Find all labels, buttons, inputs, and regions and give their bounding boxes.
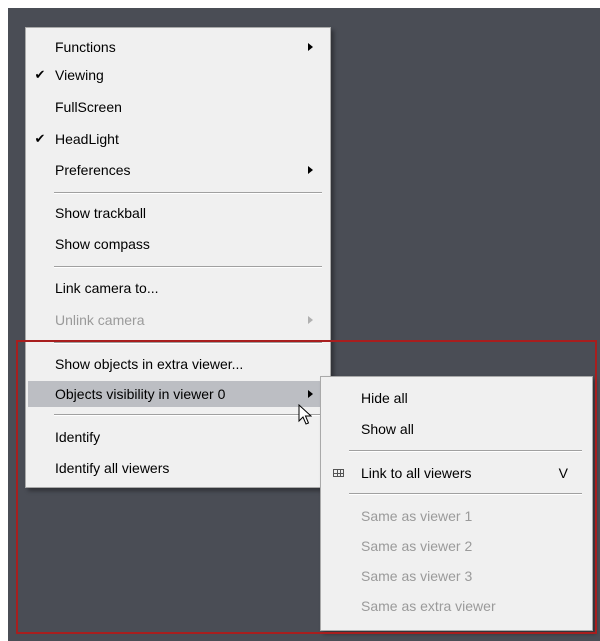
menu-item-show-objects-extra-viewer[interactable]: Show objects in extra viewer... (28, 351, 328, 377)
menu-item-preferences[interactable]: Preferences (28, 157, 328, 183)
menu-item-label: Show compass (55, 236, 150, 252)
submenu-arrow-icon (308, 316, 313, 324)
menu-item-label: Show all (361, 421, 414, 437)
menu-item-label: Identify all viewers (55, 460, 170, 476)
submenu-arrow-icon (308, 390, 313, 398)
grid-icon (333, 469, 344, 477)
menu-item-label: Preferences (55, 162, 131, 178)
menu-item-label: Viewing (55, 67, 104, 83)
submenu-item-link-all-viewers[interactable]: Link to all viewers V (323, 460, 590, 486)
menu-item-label: Same as viewer 2 (361, 538, 473, 554)
submenu-item-same-as-extra-viewer[interactable]: Same as extra viewer (323, 593, 590, 619)
menu-item-show-trackball[interactable]: Show trackball (28, 200, 328, 226)
menu-item-objects-visibility[interactable]: Objects visibility in viewer 0 (28, 381, 328, 407)
menu-item-label: Objects visibility in viewer 0 (55, 386, 226, 402)
menu-separator (54, 414, 322, 416)
menu-item-identify[interactable]: Identify (28, 424, 328, 450)
submenu-item-hide-all[interactable]: Hide all (323, 385, 590, 411)
menu-item-label: Same as viewer 3 (361, 568, 473, 584)
checkmark-icon: ✔ (34, 131, 46, 146)
shortcut-label: V (558, 465, 568, 481)
objects-visibility-submenu: Hide all Show all Link to all viewers V … (320, 376, 593, 631)
submenu-arrow-icon (308, 166, 313, 174)
menu-item-headlight[interactable]: ✔ HeadLight (28, 126, 328, 152)
menu-separator (349, 493, 582, 495)
menu-item-label: Same as extra viewer (361, 598, 496, 614)
menu-item-label: Show trackball (55, 205, 147, 221)
submenu-item-same-as-viewer-2[interactable]: Same as viewer 2 (323, 533, 590, 559)
context-menu: Functions ✔ Viewing FullScreen ✔ HeadLig… (25, 27, 331, 488)
menu-item-link-camera[interactable]: Link camera to... (28, 275, 328, 301)
menu-item-label: Identify (55, 429, 101, 445)
menu-item-label: Show objects in extra viewer... (55, 356, 244, 372)
menu-item-label: Link to all viewers (361, 465, 472, 481)
menu-separator (349, 450, 582, 452)
menu-item-show-compass[interactable]: Show compass (28, 231, 328, 257)
menu-separator (54, 192, 322, 194)
menu-item-label: HeadLight (55, 131, 119, 147)
menu-item-label: Functions (55, 39, 116, 55)
checkmark-icon: ✔ (34, 67, 46, 82)
menu-item-label: Unlink camera (55, 312, 145, 328)
menu-item-viewing[interactable]: ✔ Viewing (28, 62, 328, 88)
menu-separator (54, 342, 322, 344)
menu-item-unlink-camera[interactable]: Unlink camera (28, 307, 328, 333)
menu-item-identify-all-viewers[interactable]: Identify all viewers (28, 455, 328, 481)
submenu-item-same-as-viewer-1[interactable]: Same as viewer 1 (323, 503, 590, 529)
submenu-arrow-icon (308, 43, 313, 51)
menu-item-functions[interactable]: Functions (28, 34, 328, 60)
menu-item-label: Hide all (361, 390, 408, 406)
menu-item-label: Same as viewer 1 (361, 508, 473, 524)
submenu-item-show-all[interactable]: Show all (323, 416, 590, 442)
menu-separator (54, 266, 322, 268)
menu-item-label: Link camera to... (55, 280, 159, 296)
menu-item-fullscreen[interactable]: FullScreen (28, 94, 328, 120)
menu-item-label: FullScreen (55, 99, 122, 115)
submenu-item-same-as-viewer-3[interactable]: Same as viewer 3 (323, 563, 590, 589)
mouse-cursor-icon (298, 404, 312, 425)
